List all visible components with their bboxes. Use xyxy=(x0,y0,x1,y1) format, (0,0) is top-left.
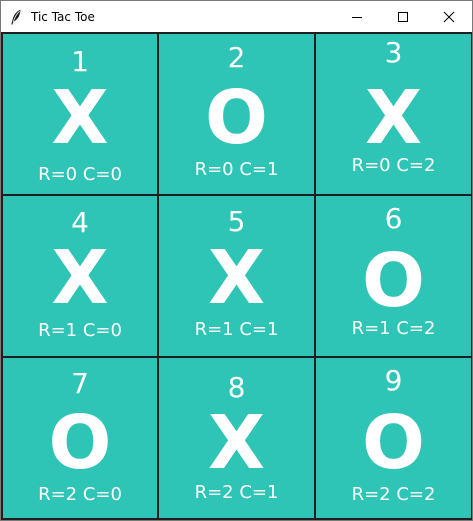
board-cell-7[interactable]: 7 O R=2 C=0 xyxy=(2,357,158,519)
board-cell-4[interactable]: 4 X R=1 C=0 xyxy=(2,195,158,357)
close-icon xyxy=(443,11,455,22)
cell-coordinates: R=2 C=1 xyxy=(194,482,279,503)
game-board: 1 X R=0 C=0 2 O R=0 C=1 3 X R=0 C=2 4 X … xyxy=(1,32,472,520)
cell-mark: X xyxy=(51,235,109,321)
cell-coordinates: R=0 C=1 xyxy=(194,159,279,180)
title-bar[interactable]: Tic Tac Toe xyxy=(1,1,472,32)
board-cell-2[interactable]: 2 O R=0 C=1 xyxy=(158,33,315,195)
board-cell-9[interactable]: 9 O R=2 C=2 xyxy=(315,357,472,519)
cell-coordinates: R=1 C=0 xyxy=(38,320,122,341)
cell-mark: O xyxy=(362,238,425,324)
window-title: Tic Tac Toe xyxy=(31,10,95,24)
cell-mark: O xyxy=(205,75,268,161)
board-cell-1[interactable]: 1 X R=0 C=0 xyxy=(2,33,158,195)
cell-number: 3 xyxy=(384,36,403,69)
cell-mark: O xyxy=(362,400,425,486)
maximize-icon xyxy=(398,11,408,22)
cell-coordinates: R=2 C=0 xyxy=(38,484,122,505)
cell-number: 9 xyxy=(384,364,403,397)
board-cell-5[interactable]: 5 X R=1 C=1 xyxy=(158,195,315,357)
board-cell-8[interactable]: 8 X R=2 C=1 xyxy=(158,357,315,519)
cell-mark: X xyxy=(207,235,266,321)
cell-mark: X xyxy=(51,75,109,161)
cell-number: 1 xyxy=(71,45,89,78)
feather-icon xyxy=(11,9,21,25)
cell-mark: X xyxy=(207,400,266,486)
cell-coordinates: R=0 C=0 xyxy=(38,164,122,185)
close-button[interactable] xyxy=(426,1,472,32)
board-cell-3[interactable]: 3 X R=0 C=2 xyxy=(315,33,472,195)
cell-coordinates: R=2 C=2 xyxy=(351,484,436,505)
minimize-button[interactable] xyxy=(334,1,380,32)
cell-number: 6 xyxy=(384,202,403,235)
cell-mark: O xyxy=(48,400,112,486)
minimize-icon xyxy=(352,16,362,18)
cell-number: 2 xyxy=(227,41,246,74)
board-cell-6[interactable]: 6 O R=1 C=2 xyxy=(315,195,472,357)
cell-number: 5 xyxy=(227,205,246,238)
cell-number: 8 xyxy=(227,371,246,404)
cell-coordinates: R=0 C=2 xyxy=(351,155,436,176)
maximize-button[interactable] xyxy=(380,1,426,32)
cell-coordinates: R=1 C=1 xyxy=(194,319,279,340)
app-window: Tic Tac Toe 1 X R=0 C=0 2 O R=0 C=1 3 X … xyxy=(0,0,473,521)
cell-number: 4 xyxy=(71,206,89,239)
cell-mark: X xyxy=(364,75,423,161)
cell-coordinates: R=1 C=2 xyxy=(351,318,436,339)
cell-number: 7 xyxy=(71,367,89,400)
